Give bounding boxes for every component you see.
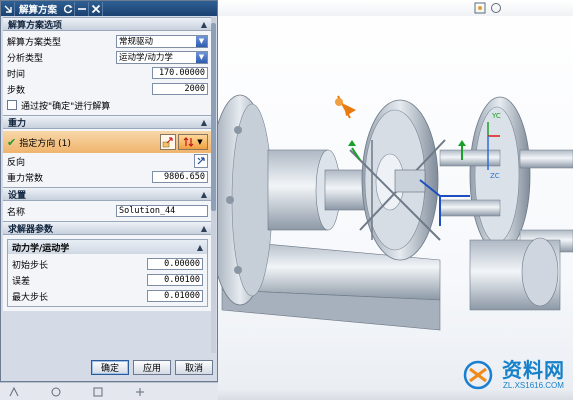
max-step-label: 最大步长 — [12, 292, 49, 303]
check-icon: ✔ — [7, 135, 17, 149]
watermark-logo-icon — [463, 360, 493, 389]
toolbar-tool-icon[interactable] — [134, 386, 146, 398]
error-label: 误差 — [12, 276, 31, 287]
max-step-field[interactable]: 0.01000 — [147, 290, 203, 302]
specify-direction-row[interactable]: ✔ 指定方向 (1) ▼ — [3, 131, 212, 153]
toolbar-tool-icon[interactable] — [92, 386, 104, 398]
gravity-constant-label: 重力常数 — [7, 173, 44, 184]
apply-button[interactable]: 应用 — [133, 359, 171, 375]
minimize-button[interactable] — [75, 1, 90, 16]
group-title: 动力学/运动学 — [12, 243, 70, 254]
bottom-toolbar — [0, 382, 218, 400]
solution-type-label: 解算方案类型 — [7, 37, 62, 48]
solution-type-value: 常规驱动 — [119, 37, 154, 47]
reverse-label: 反向 — [7, 157, 26, 168]
solution-dialog: 解算方案 解算方案选项 ▲ 解算方案类型 常规驱动 ▼ 分析类型 运动学/动力学… — [0, 0, 218, 382]
gravity-constant-field[interactable]: 9806.650 — [152, 171, 208, 183]
close-button[interactable] — [89, 1, 104, 16]
section-title: 解算方案选项 — [8, 20, 63, 31]
minimize-icon — [77, 7, 86, 10]
chevron-down-icon: ▼ — [197, 138, 203, 146]
section-title: 求解器参数 — [8, 224, 54, 235]
toolbar-tool-icon[interactable] — [8, 386, 20, 398]
cancel-button[interactable]: 取消 — [175, 359, 213, 375]
vector-icon — [162, 137, 173, 148]
reset-button[interactable] — [61, 1, 76, 16]
section-title: 设置 — [8, 190, 27, 201]
dialog-footer: 确定 应用 取消 — [3, 354, 215, 380]
dialog-title: 解算方案 — [19, 4, 58, 16]
section-settings-header[interactable]: 设置 ▲ — [3, 187, 212, 201]
section-solver-params-header[interactable]: 求解器参数 ▲ — [3, 221, 212, 235]
watermark-url: ZL.XS1616.COM — [503, 381, 564, 390]
vector-constructor-button[interactable] — [160, 134, 176, 150]
scrollbar-thumb[interactable] — [211, 23, 216, 211]
analysis-type-select[interactable]: 运动学/动力学 ▼ — [116, 50, 208, 64]
section-solver-params-body: 动力学/运动学 ▲ 初始步长 0.00000 误差 0.00100 最大步长 0… — [3, 235, 212, 311]
view-toolbar — [218, 0, 573, 16]
section-solution-options-header[interactable]: 解算方案选项 ▲ — [3, 17, 212, 31]
dyn-kin-group-header[interactable]: 动力学/运动学 ▲ — [8, 240, 207, 254]
reset-icon — [63, 4, 73, 13]
collapse-caret-icon[interactable]: ▲ — [201, 118, 207, 127]
section-title: 重力 — [8, 118, 27, 129]
section-solution-options-body: 解算方案类型 常规驱动 ▼ 分析类型 运动学/动力学 ▼ 时间 170.0000… — [3, 31, 212, 115]
dyn-kin-group: 动力学/运动学 ▲ 初始步长 0.00000 误差 0.00100 最大步长 0… — [7, 239, 208, 307]
close-icon — [91, 4, 100, 13]
menu-arrow-icon — [4, 5, 12, 13]
section-settings-body: 名称 Solution_44 — [3, 201, 212, 221]
collapse-caret-icon[interactable]: ▲ — [197, 243, 203, 252]
direction-dropdown-button[interactable]: ▼ — [178, 134, 208, 150]
view-rotate-icon[interactable] — [490, 2, 502, 14]
time-label: 时间 — [7, 69, 26, 80]
toolbar-tool-icon[interactable] — [50, 386, 62, 398]
watermark: 资料网 ZL.XS1616.COM — [458, 359, 565, 390]
collapse-caret-icon[interactable]: ▲ — [201, 224, 207, 233]
dropdown-arrow-icon[interactable]: ▼ — [196, 51, 207, 63]
ok-button[interactable]: 确定 — [91, 359, 129, 375]
name-label: 名称 — [7, 207, 26, 218]
dialog-content: 解算方案选项 ▲ 解算方案类型 常规驱动 ▼ 分析类型 运动学/动力学 ▼ 时间 — [3, 17, 212, 353]
steps-label: 步数 — [7, 85, 26, 96]
watermark-title: 资料网 — [502, 358, 565, 382]
axis-label-yc: YC — [491, 112, 501, 120]
reverse-direction-button[interactable] — [194, 154, 208, 168]
collapse-caret-icon[interactable]: ▲ — [201, 190, 207, 199]
confirm-solve-checkbox-row[interactable]: 通过按"确定"进行解算 — [7, 99, 110, 112]
initial-step-label: 初始步长 — [12, 260, 49, 271]
direction-icon — [183, 137, 194, 147]
view-fit-icon[interactable] — [474, 2, 486, 14]
section-gravity-body: ✔ 指定方向 (1) ▼ 反向 重力常数 9806.650 — [3, 129, 212, 187]
confirm-solve-checkbox[interactable] — [7, 100, 17, 110]
reverse-icon — [197, 157, 205, 165]
solution-name-field[interactable]: Solution_44 — [116, 205, 208, 217]
steps-field[interactable]: 2000 — [152, 83, 208, 95]
error-field[interactable]: 0.00100 — [147, 274, 203, 286]
dialog-menu-button[interactable] — [1, 1, 15, 16]
dialog-scrollbar[interactable] — [211, 17, 216, 353]
analysis-type-value: 运动学/动力学 — [119, 53, 173, 63]
axis-label-zc: ZC — [490, 172, 500, 180]
specify-direction-label: 指定方向 (1) — [19, 138, 71, 149]
section-gravity-header[interactable]: 重力 ▲ — [3, 115, 212, 129]
initial-step-field[interactable]: 0.00000 — [147, 258, 203, 270]
dropdown-arrow-icon[interactable]: ▼ — [196, 35, 207, 47]
dialog-titlebar[interactable]: 解算方案 — [1, 1, 217, 16]
solution-type-select[interactable]: 常规驱动 ▼ — [116, 34, 208, 48]
confirm-solve-label: 通过按"确定"进行解算 — [21, 101, 111, 112]
time-field[interactable]: 170.00000 — [152, 67, 208, 79]
analysis-type-label: 分析类型 — [7, 53, 44, 64]
collapse-caret-icon[interactable]: ▲ — [201, 20, 207, 29]
